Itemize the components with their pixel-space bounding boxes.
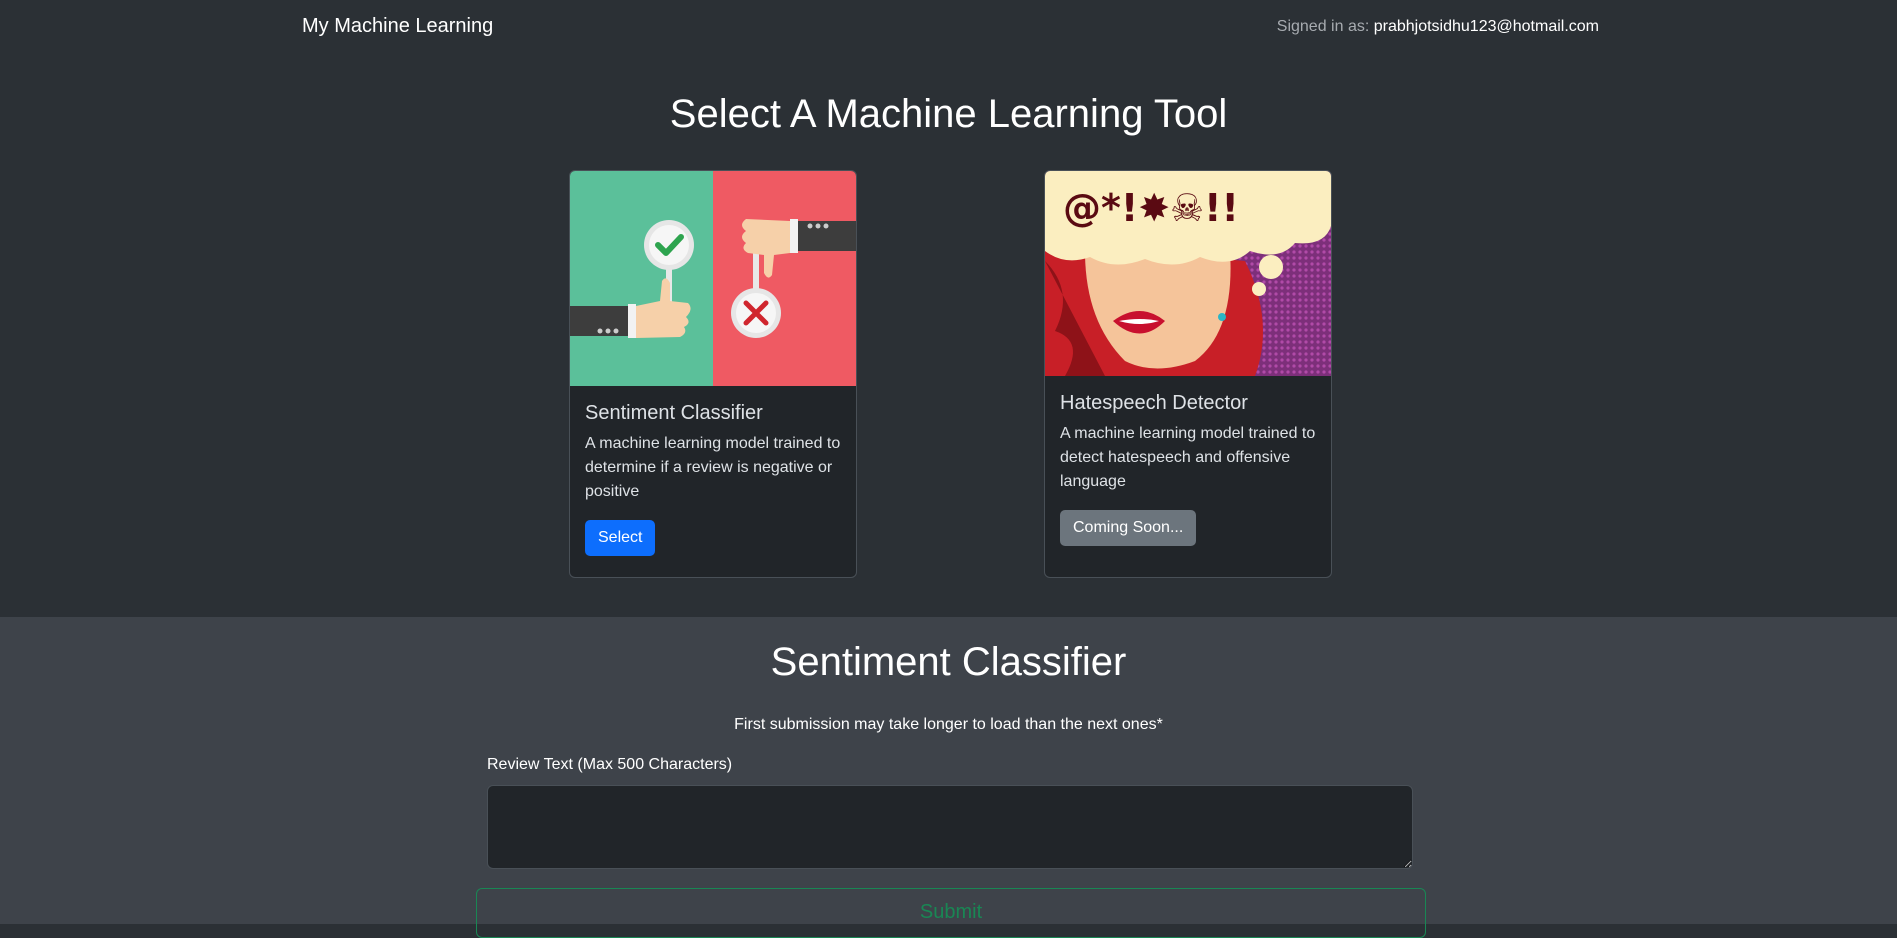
- curse-symbols-icon: @*!✸☠!!: [1063, 186, 1239, 230]
- signed-in-label: Signed in as:: [1276, 18, 1374, 35]
- angry-comic-woman-illustration-icon: @*!✸☠!!: [1045, 171, 1331, 376]
- review-text-label: Review Text (Max 500 Characters): [487, 756, 733, 773]
- coming-soon-button[interactable]: Coming Soon...: [1060, 510, 1197, 546]
- review-text-input[interactable]: [487, 785, 1413, 869]
- card-description: A machine learning model trained to dete…: [585, 435, 841, 500]
- card-hatespeech-detector: @*!✸☠!! Hatespeech Detector A machine le…: [1044, 170, 1332, 578]
- section-title: Sentiment Classifier: [770, 640, 1127, 684]
- card-title: Sentiment Classifier: [585, 402, 763, 424]
- thumbs-up-down-illustration-icon: [570, 171, 856, 386]
- card-title: Hatespeech Detector: [1060, 392, 1248, 414]
- brand-link[interactable]: My Machine Learning: [302, 15, 493, 38]
- navbar: My Machine Learning Signed in as: prabhj…: [0, 0, 1897, 55]
- submit-button[interactable]: Submit: [476, 888, 1426, 938]
- select-button[interactable]: Select: [585, 520, 656, 556]
- signed-in-email[interactable]: prabhjotsidhu123@hotmail.com: [1374, 18, 1599, 35]
- page-title: Select A Machine Learning Tool: [669, 92, 1228, 136]
- load-time-note: First submission may take longer to load…: [734, 716, 1163, 733]
- card-body: Hatespeech Detector A machine learning m…: [1045, 392, 1331, 546]
- card-description: A machine learning model trained to dete…: [1060, 425, 1316, 490]
- signed-in-status: Signed in as: prabhjotsidhu123@hotmail.c…: [1277, 18, 1599, 36]
- card-body: Sentiment Classifier A machine learning …: [570, 402, 856, 556]
- card-sentiment-classifier: Sentiment Classifier A machine learning …: [569, 170, 857, 578]
